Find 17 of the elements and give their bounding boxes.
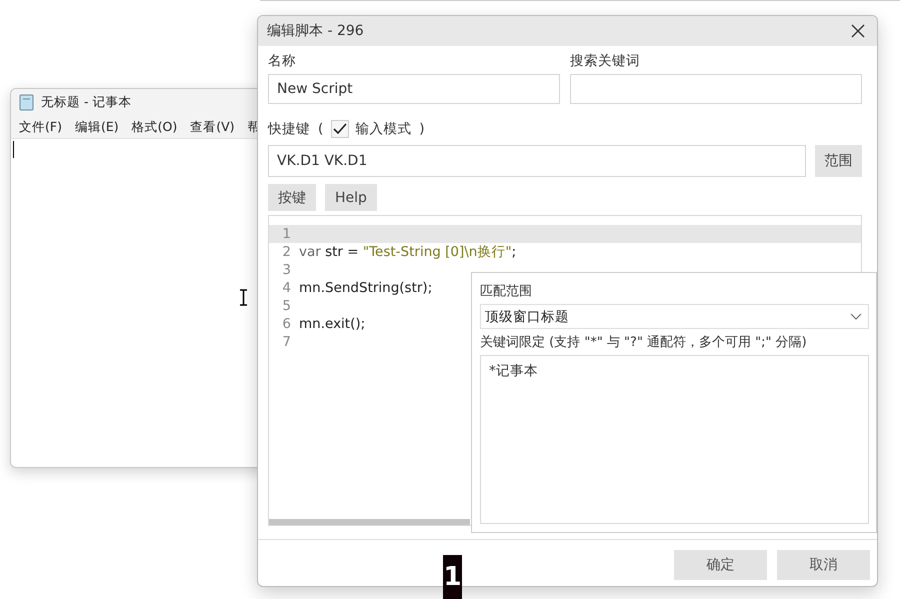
code-line: 6 mn.exit(); bbox=[281, 315, 366, 333]
field-label: 搜索关键词 bbox=[570, 52, 641, 70]
key-overlay: 1 bbox=[443, 555, 462, 599]
parenthesis: ) bbox=[419, 121, 425, 137]
hint-text: 关键词限定 (支持 "*" 与 "?" 通配符，多个可用 ";" 分隔) bbox=[480, 334, 808, 351]
code-line: 5 bbox=[281, 297, 292, 315]
code-line: 3 bbox=[281, 261, 292, 279]
window-title: 编辑脚本 - 296 bbox=[267, 22, 364, 40]
window-title: 无标题 - 记事本 bbox=[41, 94, 132, 111]
code-line: 2 var str = "Test-String [0]\n换行"; bbox=[281, 243, 518, 261]
field-label: 快捷键 bbox=[268, 120, 310, 138]
code-line: 4 mn.SendString(str); bbox=[281, 279, 434, 297]
code-line: 7 bbox=[281, 333, 292, 351]
panel-title: 匹配范围 bbox=[480, 283, 533, 300]
checkbox-label: 输入模式 bbox=[355, 120, 412, 138]
field-label: 名称 bbox=[268, 52, 297, 70]
parenthesis: ( bbox=[318, 121, 324, 137]
